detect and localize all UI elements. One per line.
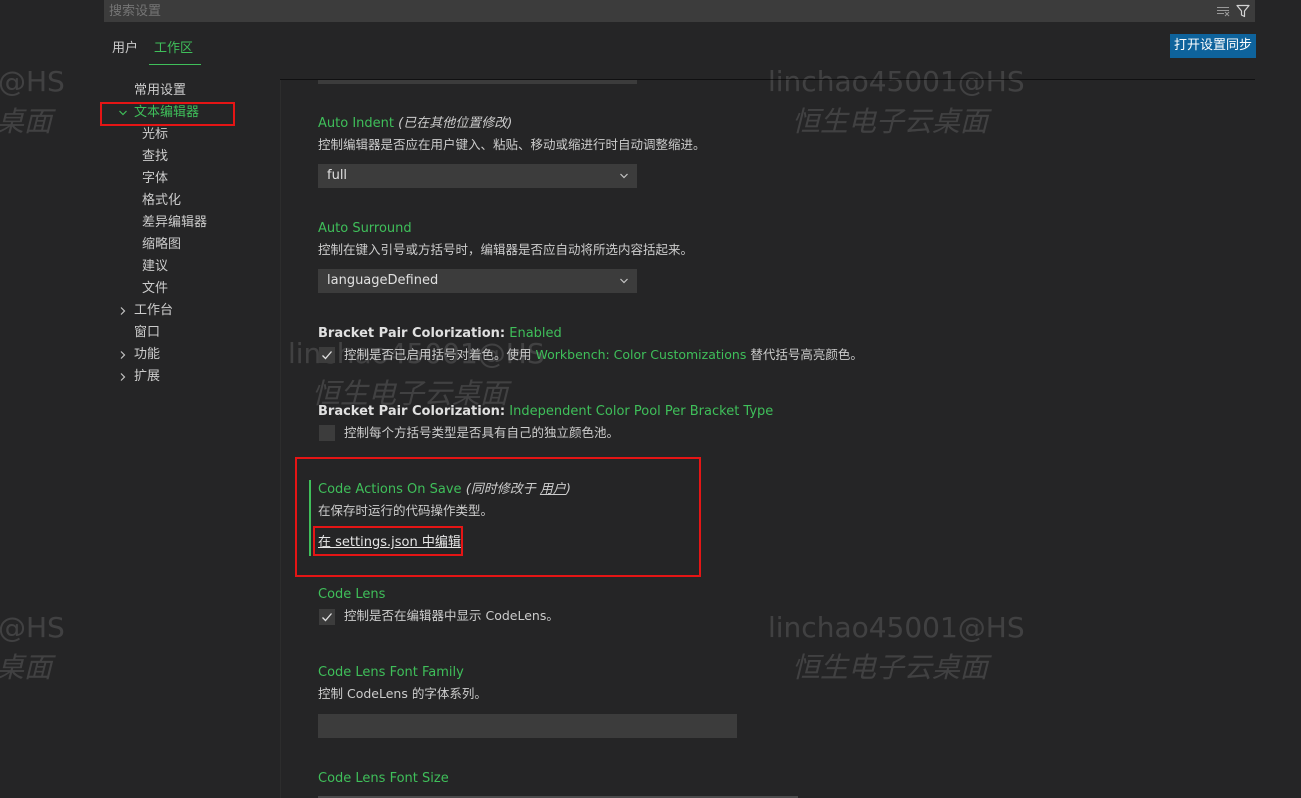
watermark-account-left2: @HS — [0, 611, 65, 644]
filter-icon[interactable] — [1235, 3, 1251, 19]
desc-text: 控制是否已启用括号对着色。使用 — [344, 347, 532, 362]
watermark-desktop-top: 恒生电子云桌面 — [792, 105, 989, 138]
chevron-right-icon[interactable] — [118, 350, 128, 360]
tab-user[interactable]: 用户 — [112, 40, 138, 58]
toc-item-font[interactable]: 字体 — [142, 170, 168, 188]
annotation-box-edit-link — [313, 526, 463, 556]
bpc-enabled-checkbox[interactable] — [319, 347, 335, 363]
active-tab-underline — [149, 64, 201, 65]
bpc-pool-checkbox[interactable] — [319, 425, 335, 441]
setting-title-bpc-enabled: Bracket Pair Colorization: Enabled — [318, 325, 562, 343]
checkmark-icon — [322, 351, 332, 360]
toc-item-minimap[interactable]: 缩略图 — [142, 236, 181, 254]
setting-title-code-lens-font-size: Code Lens Font Size — [318, 771, 449, 786]
setting-title-bpc-pool: Bracket Pair Colorization: Independent C… — [318, 403, 773, 421]
watermark-account-bottom: linchao45001@HS — [768, 611, 1025, 644]
watermark-desktop-left2: 桌面 — [0, 651, 53, 684]
toc-item-cursor[interactable]: 光标 — [142, 126, 168, 144]
checkmark-icon — [322, 613, 332, 622]
clear-filter-icon[interactable] — [1215, 3, 1231, 19]
toc-item-find[interactable]: 查找 — [142, 148, 168, 166]
previous-setting-control-edge — [318, 80, 637, 84]
settings-search-input[interactable] — [104, 0, 1204, 22]
setting-category: Bracket Pair Colorization: — [318, 326, 506, 341]
tab-workspace[interactable]: 工作区 — [154, 40, 193, 58]
setting-name: Auto Indent — [318, 116, 394, 131]
setting-name: Enabled — [509, 326, 562, 341]
code-lens-checkbox[interactable] — [319, 609, 335, 625]
setting-desc-bpc-enabled: 控制是否已启用括号对着色。使用 Workbench: Color Customi… — [344, 346, 863, 364]
annotation-box-code-actions — [295, 457, 701, 577]
setting-desc-bpc-pool: 控制每个方括号类型是否具有自己的独立颜色池。 — [344, 425, 620, 440]
toc-item-features[interactable]: 功能 — [134, 346, 160, 364]
annotation-box-text-editor — [100, 102, 235, 126]
chevron-down-icon — [620, 278, 628, 284]
setting-category: Bracket Pair Colorization: — [318, 404, 506, 419]
chevron-right-icon[interactable] — [118, 306, 128, 316]
toc-item-window[interactable]: 窗口 — [134, 324, 160, 342]
toc-item-workbench[interactable]: 工作台 — [134, 302, 173, 320]
setting-name: Independent Color Pool Per Bracket Type — [509, 404, 774, 419]
toc-item-formatting[interactable]: 格式化 — [142, 192, 181, 210]
chevron-right-icon[interactable] — [118, 372, 128, 382]
toc-item-diff-editor[interactable]: 差异编辑器 — [142, 214, 207, 232]
toc-item-common[interactable]: 常用设置 — [134, 82, 186, 100]
setting-title-auto-indent: Auto Indent (已在其他位置修改) — [318, 115, 512, 133]
toc-item-files[interactable]: 文件 — [142, 280, 168, 298]
chevron-down-icon — [620, 173, 628, 179]
setting-desc-auto-indent: 控制编辑器是否应在用户键入、粘贴、移动或缩进行时自动调整缩进。 — [318, 137, 706, 152]
code-lens-font-family-input[interactable] — [318, 714, 737, 738]
auto-surround-select[interactable]: languageDefined — [318, 269, 637, 293]
toc-item-extensions[interactable]: 扩展 — [134, 368, 160, 386]
turn-on-settings-sync-button[interactable]: 打开设置同步 — [1170, 34, 1256, 58]
setting-title-auto-surround: Auto Surround — [318, 221, 412, 236]
watermark-desktop-left: 桌面 — [0, 105, 53, 138]
auto-indent-value: full — [327, 168, 348, 183]
color-customizations-link[interactable]: Workbench: Color Customizations — [536, 347, 747, 362]
setting-desc-code-lens: 控制是否在编辑器中显示 CodeLens。 — [344, 608, 559, 623]
toc-divider — [280, 80, 281, 798]
setting-desc-code-lens-font-family: 控制 CodeLens 的字体系列。 — [318, 686, 487, 701]
setting-title-code-lens-font-family: Code Lens Font Family — [318, 665, 464, 680]
setting-title-code-lens: Code Lens — [318, 587, 386, 602]
setting-desc-code-lens-font-size-cutoff — [318, 793, 818, 798]
watermark-account-top: linchao45001@HS — [768, 65, 1025, 98]
desc-text: 替代括号高亮颜色。 — [750, 347, 863, 362]
watermark-account-left: @HS — [0, 65, 65, 98]
modified-elsewhere-note[interactable]: (已在其他位置修改) — [398, 116, 512, 131]
watermark-desktop-bottom: 恒生电子云桌面 — [792, 651, 989, 684]
toc-item-suggestions[interactable]: 建议 — [142, 258, 168, 276]
auto-surround-value: languageDefined — [327, 273, 439, 288]
setting-desc-auto-surround: 控制在键入引号或方括号时，编辑器是否应自动将所选内容括起来。 — [318, 242, 694, 257]
auto-indent-select[interactable]: full — [318, 164, 637, 188]
settings-search-bar — [104, 0, 1255, 22]
